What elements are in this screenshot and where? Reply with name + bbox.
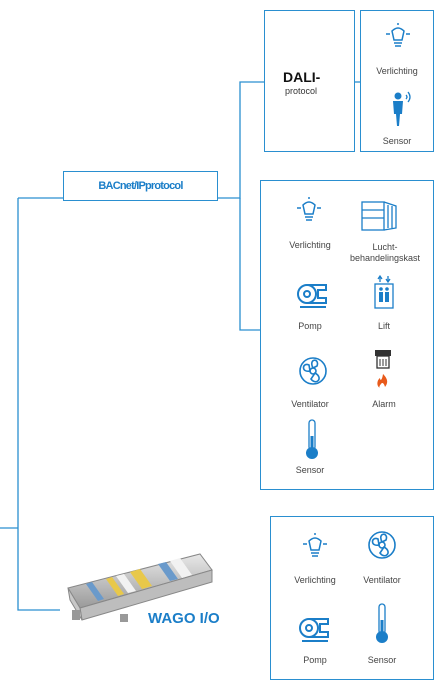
bacnet-ip-box: BACnet/IPprotocol bbox=[63, 171, 218, 201]
dali-title: DALI- bbox=[283, 69, 321, 85]
bacnet-devices-box bbox=[260, 180, 434, 490]
trunk-line bbox=[17, 198, 60, 611]
wago-device-label: Verlichting bbox=[294, 575, 336, 585]
wago-label: WAGO I/O bbox=[148, 610, 220, 627]
bacnet-device-label: Verlichting bbox=[289, 240, 331, 250]
pump-icon bbox=[297, 284, 327, 308]
fan-icon bbox=[299, 357, 327, 385]
elevator-icon bbox=[374, 274, 394, 309]
bacnet-device-label: Pomp bbox=[298, 321, 322, 331]
wago-device-label: Ventilator bbox=[363, 575, 401, 585]
dali-subtitle: protocol bbox=[285, 86, 318, 96]
bacnet-device-label: Lucht- bbox=[372, 242, 398, 252]
wago-device-label: Pomp bbox=[303, 655, 327, 665]
bacnet-label: BACnet/IPprotocol bbox=[98, 180, 183, 192]
fan-icon bbox=[368, 531, 396, 559]
lightbulb-icon bbox=[386, 23, 410, 47]
bacnet-to-dali-line bbox=[218, 81, 264, 199]
dali-device-label: Verlichting bbox=[376, 66, 418, 76]
thermometer-icon bbox=[376, 603, 388, 643]
air-handling-unit-icon bbox=[361, 201, 397, 231]
lightbulb-icon bbox=[303, 533, 327, 557]
bacnet-to-devices-line bbox=[239, 198, 260, 331]
thermometer-icon bbox=[306, 419, 318, 459]
bacnet-device-label: Alarm bbox=[372, 399, 396, 409]
motion-sensor-icon bbox=[393, 91, 411, 126]
lightbulb-icon bbox=[297, 197, 321, 221]
bacnet-device-label: Sensor bbox=[295, 465, 325, 475]
pump-icon bbox=[299, 618, 329, 642]
wago-device-label: Sensor bbox=[367, 655, 397, 665]
bacnet-device-label: Ventilator bbox=[291, 399, 329, 409]
fire-alarm-icon bbox=[375, 350, 391, 388]
dali-device-label: Sensor bbox=[382, 136, 412, 146]
bacnet-device-label: Lift bbox=[377, 321, 390, 331]
bacnet-device-label-2: behandelingskast bbox=[349, 253, 421, 263]
